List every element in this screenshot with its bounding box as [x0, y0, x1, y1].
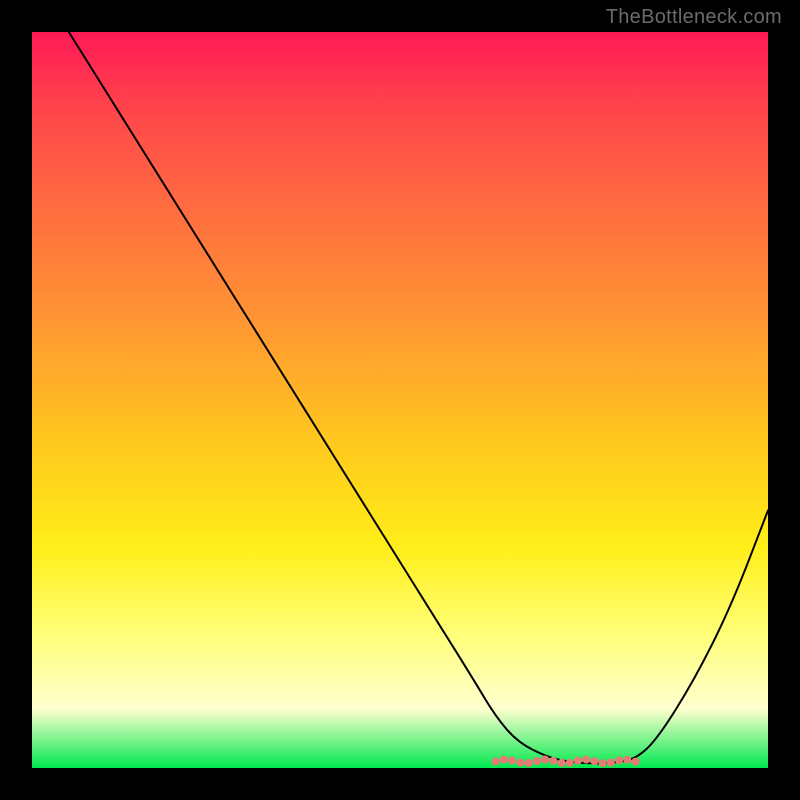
valley-dot [607, 759, 615, 767]
bottleneck-curve [69, 32, 768, 763]
valley-dot [492, 757, 500, 765]
valley-dot [500, 756, 508, 764]
valley-dot [533, 757, 541, 765]
curve-svg [32, 32, 768, 768]
valley-dot [582, 756, 590, 764]
valley-dot [599, 759, 607, 767]
valley-dot [549, 757, 557, 765]
valley-dot [574, 757, 582, 765]
valley-dot [590, 757, 598, 765]
valley-dot [558, 759, 566, 767]
valley-dot [541, 756, 549, 764]
valley-dot [623, 756, 631, 764]
valley-dot [525, 759, 533, 767]
valley-dot [632, 758, 640, 766]
watermark-text: TheBottleneck.com [606, 6, 782, 29]
plot-area [32, 32, 768, 768]
valley-dot [615, 756, 623, 764]
valley-dot [566, 759, 574, 767]
valley-dot [508, 756, 516, 764]
valley-dot [516, 759, 524, 767]
chart-frame: TheBottleneck.com [0, 0, 800, 800]
